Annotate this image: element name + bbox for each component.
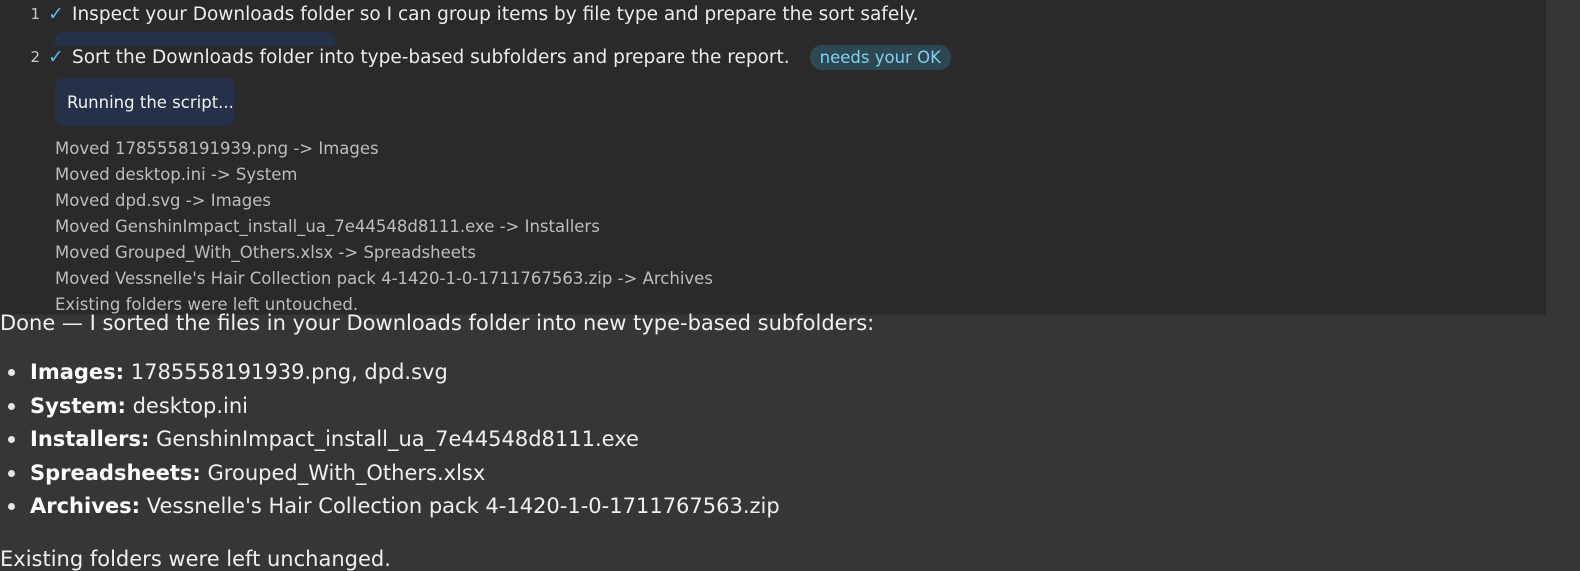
sorted-files-list: Images: 1785558191939.png, dpd.svg Syste… (0, 356, 1580, 524)
log-line: Moved 1785558191939.png -> Images (55, 139, 379, 158)
category-label: Spreadsheets: (30, 460, 201, 485)
file-names: Vessnelle's Hair Collection pack 4-1420-… (146, 494, 780, 518)
category-label: System: (30, 393, 126, 418)
list-item: Images: 1785558191939.png, dpd.svg (8, 356, 1580, 390)
bullet-icon (8, 469, 15, 477)
bullet-icon (8, 369, 15, 376)
list-item: Archives: Vessnelle's Hair Collection pa… (8, 490, 1580, 524)
checkmark-icon: ✓ (48, 46, 64, 68)
log-line: Moved dpd.svg -> Images (55, 191, 272, 210)
log-line: Moved desktop.ini -> System (55, 165, 298, 184)
task-step-1: 1 ✓ Inspect your Downloads folder so I c… (0, 1, 919, 27)
list-item: System: desktop.ini (8, 390, 1580, 424)
step-number: 1 (30, 5, 40, 23)
checkmark-icon: ✓ (48, 3, 64, 25)
step-number: 2 (30, 48, 40, 66)
file-names: desktop.ini (132, 393, 248, 418)
task-progress-panel: 1 ✓ Inspect your Downloads folder so I c… (0, 0, 1546, 315)
task-step-2: 2 ✓ Sort the Downloads folder into type-… (0, 44, 951, 70)
log-line: Moved GenshinImpact_install_ua_7e44548d8… (55, 217, 600, 236)
log-line: Moved Vessnelle's Hair Collection pack 4… (55, 269, 713, 288)
bullet-icon (8, 436, 15, 443)
file-names: Grouped_With_Others.xlsx (207, 460, 486, 485)
running-label: Running the script... (67, 92, 234, 112)
running-status-pill: Running the script... (55, 78, 234, 126)
script-output-log: Moved 1785558191939.png -> Images Moved … (55, 136, 713, 318)
category-label: Archives: (30, 494, 141, 518)
assistant-response: Done — I sorted the files in your Downlo… (0, 310, 1580, 571)
category-label: Installers: (30, 427, 150, 451)
list-item: Spreadsheets: Grouped_With_Others.xlsx (8, 457, 1580, 491)
chat-view: 1 ✓ Inspect your Downloads folder so I c… (0, 0, 1580, 571)
step-text: Inspect your Downloads folder so I can g… (72, 3, 919, 25)
needs-approval-badge[interactable]: needs your OK (809, 44, 951, 70)
bullet-icon (8, 402, 15, 410)
file-names: 1785558191939.png, dpd.svg (130, 360, 448, 384)
response-outro: Existing folders were left unchanged. (0, 546, 391, 571)
file-names: GenshinImpact_install_ua_7e44548d8111.ex… (156, 427, 639, 451)
log-line: Moved Grouped_With_Others.xlsx -> Spread… (55, 243, 476, 262)
category-label: Images: (30, 360, 125, 384)
list-item: Installers: GenshinImpact_install_ua_7e4… (8, 423, 1580, 457)
step-text: Sort the Downloads folder into type-base… (72, 46, 790, 68)
response-intro: Done — I sorted the files in your Downlo… (0, 311, 875, 335)
bullet-icon (8, 503, 15, 510)
